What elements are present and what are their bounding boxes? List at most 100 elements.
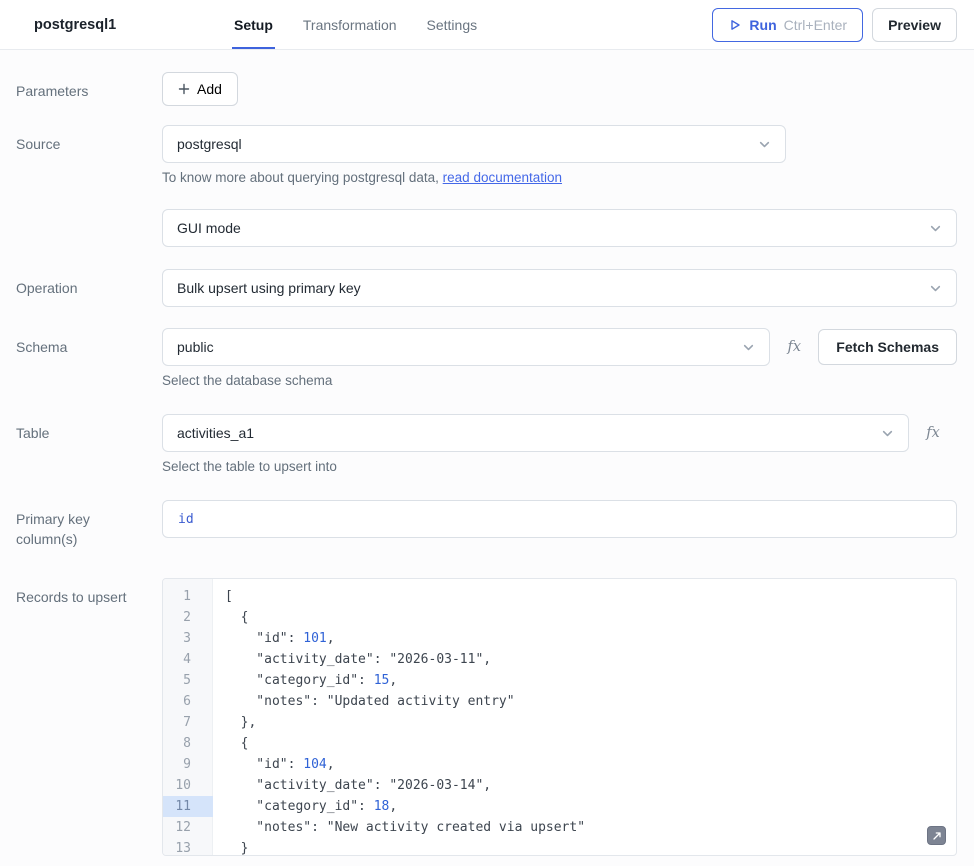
line-number: 2: [163, 607, 213, 628]
code-line-text: "id": 101,: [213, 628, 335, 649]
code-line-text: "notes": "New activity created via upser…: [213, 817, 585, 838]
primary-key-value: id: [178, 512, 194, 527]
code-line[interactable]: 2 {: [163, 607, 956, 628]
table-select-value: activities_a1: [177, 425, 254, 441]
code-line-text: }: [213, 838, 248, 856]
table-label: Table: [0, 414, 162, 474]
code-line[interactable]: 6 "notes": "Updated activity entry": [163, 691, 956, 712]
schema-select-value: public: [177, 339, 214, 355]
tab-setup[interactable]: Setup: [232, 0, 275, 49]
line-number: 8: [163, 733, 213, 754]
schema-label: Schema: [0, 328, 162, 388]
mode-label-spacer: [0, 209, 162, 247]
tab-transformation[interactable]: Transformation: [301, 0, 399, 49]
code-line-text: "category_id": 18,: [213, 796, 397, 817]
query-setup-form: Parameters Add Source postgresql To know…: [0, 72, 974, 856]
expand-editor-button[interactable]: [927, 826, 946, 845]
tab-settings[interactable]: Settings: [425, 0, 480, 49]
code-line-text: "activity_date": "2026-03-11",: [213, 649, 491, 670]
line-number: 10: [163, 775, 213, 796]
add-parameter-label: Add: [197, 81, 222, 97]
records-editor[interactable]: 1[2 {3 "id": 101,4 "activity_date": "202…: [162, 578, 957, 856]
source-select-value: postgresql: [177, 136, 242, 152]
chevron-down-icon: [758, 138, 771, 151]
mode-row: GUI mode: [0, 209, 957, 247]
tab-bar: Setup Transformation Settings: [232, 0, 479, 49]
add-parameter-button[interactable]: Add: [162, 72, 238, 106]
chevron-down-icon: [929, 282, 942, 295]
chevron-down-icon: [881, 427, 894, 440]
chevron-down-icon: [742, 341, 755, 354]
operation-label: Operation: [0, 269, 162, 307]
line-number: 6: [163, 691, 213, 712]
run-label: Run: [749, 17, 776, 33]
line-number: 13: [163, 838, 213, 856]
source-helper: To know more about querying postgresql d…: [162, 170, 957, 185]
mode-select[interactable]: GUI mode: [162, 209, 957, 247]
code-line[interactable]: 11 "category_id": 18,: [163, 796, 956, 817]
code-line[interactable]: 5 "category_id": 15,: [163, 670, 956, 691]
source-label: Source: [0, 125, 162, 185]
code-line-text: {: [213, 733, 248, 754]
code-line[interactable]: 3 "id": 101,: [163, 628, 956, 649]
schema-select[interactable]: public: [162, 328, 770, 366]
records-row: Records to upsert 1[2 {3 "id": 101,4 "ac…: [0, 578, 957, 856]
plus-icon: [178, 83, 190, 95]
run-button[interactable]: Run Ctrl+Enter: [712, 8, 863, 42]
code-line-text: "notes": "Updated activity entry": [213, 691, 515, 712]
code-line[interactable]: 1[: [163, 586, 956, 607]
schema-row: Schema public fx Fetch Schemas Select th…: [0, 328, 957, 388]
code-line[interactable]: 8 {: [163, 733, 956, 754]
code-line-text: [: [213, 586, 233, 607]
table-row: Table activities_a1 fx Select the table …: [0, 414, 957, 474]
records-label: Records to upsert: [0, 578, 162, 856]
source-row: Source postgresql To know more about que…: [0, 125, 957, 185]
operation-select-value: Bulk upsert using primary key: [177, 280, 361, 296]
schema-fx-toggle[interactable]: fx: [770, 339, 818, 355]
operation-row: Operation Bulk upsert using primary key: [0, 269, 957, 307]
header-actions: Run Ctrl+Enter Preview: [712, 0, 957, 49]
code-line-text: "activity_date": "2026-03-14",: [213, 775, 491, 796]
line-number: 4: [163, 649, 213, 670]
query-header: postgresql1 Setup Transformation Setting…: [0, 0, 974, 50]
primary-key-label: Primary key column(s): [0, 500, 162, 549]
code-lines: 1[2 {3 "id": 101,4 "activity_date": "202…: [163, 579, 956, 856]
code-line-text: {: [213, 607, 248, 628]
fetch-schemas-button[interactable]: Fetch Schemas: [818, 329, 957, 365]
parameters-row: Parameters Add: [0, 72, 957, 106]
primary-key-row: Primary key column(s) id: [0, 500, 957, 549]
source-select[interactable]: postgresql: [162, 125, 786, 163]
line-number: 12: [163, 817, 213, 838]
code-line-text: "category_id": 15,: [213, 670, 397, 691]
line-number: 11: [163, 796, 213, 817]
chevron-down-icon: [929, 222, 942, 235]
schema-helper: Select the database schema: [162, 373, 957, 388]
expand-diagonal-icon: [932, 831, 942, 841]
code-line[interactable]: 10 "activity_date": "2026-03-14",: [163, 775, 956, 796]
code-line[interactable]: 12 "notes": "New activity created via up…: [163, 817, 956, 838]
source-helper-text: To know more about querying postgresql d…: [162, 170, 443, 185]
preview-button[interactable]: Preview: [872, 8, 957, 42]
primary-key-input[interactable]: id: [162, 500, 957, 538]
read-documentation-link[interactable]: read documentation: [443, 170, 562, 185]
operation-select[interactable]: Bulk upsert using primary key: [162, 269, 957, 307]
line-number: 9: [163, 754, 213, 775]
code-line-text: },: [213, 712, 256, 733]
code-line[interactable]: 9 "id": 104,: [163, 754, 956, 775]
table-helper: Select the table to upsert into: [162, 459, 957, 474]
line-number: 7: [163, 712, 213, 733]
code-line-text: "id": 104,: [213, 754, 335, 775]
run-shortcut: Ctrl+Enter: [784, 17, 847, 33]
line-number: 3: [163, 628, 213, 649]
code-line[interactable]: 7 },: [163, 712, 956, 733]
line-number: 5: [163, 670, 213, 691]
parameters-label: Parameters: [0, 72, 162, 106]
mode-select-value: GUI mode: [177, 220, 241, 236]
query-title: postgresql1: [34, 17, 204, 33]
line-number: 1: [163, 586, 213, 607]
play-icon: [728, 18, 742, 32]
code-line[interactable]: 13 }: [163, 838, 956, 856]
table-select[interactable]: activities_a1: [162, 414, 909, 452]
code-line[interactable]: 4 "activity_date": "2026-03-11",: [163, 649, 956, 670]
table-fx-toggle[interactable]: fx: [909, 425, 957, 441]
